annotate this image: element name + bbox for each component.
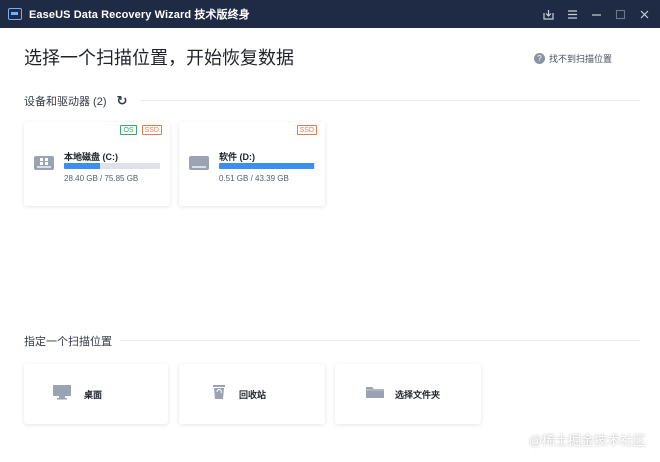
folder-icon (366, 387, 384, 398)
drive-usage-bar (64, 163, 160, 169)
location-label: 回收站 (239, 390, 267, 400)
app-title: EaseUS Data Recovery Wizard 技术版终身 (29, 9, 250, 21)
menu-icon[interactable] (562, 4, 582, 24)
title-bar: EaseUS Data Recovery Wizard 技术版终身 (0, 0, 660, 28)
location-label: 选择文件夹 (395, 390, 441, 400)
close-icon[interactable] (634, 4, 654, 24)
drive-card-c[interactable]: OS SSD 本地磁盘 (C:) 28.40 GB / 75.85 GB (24, 122, 170, 206)
drive-size: 28.40 GB / 75.85 GB (64, 174, 139, 183)
drive-usage-fill (219, 163, 315, 169)
devices-section-title: 设备和驱动器 (2) ↻ (24, 93, 127, 109)
page-title: 选择一个扫描位置，开始恢复数据 (24, 48, 294, 68)
help-link-label: 找不到扫描位置 (548, 54, 612, 64)
locations-section-label: 指定一个扫描位置 (24, 336, 112, 348)
location-label: 桌面 (84, 390, 103, 400)
os-badge: OS (120, 125, 137, 135)
drive-size: 0.51 GB / 43.39 GB (219, 174, 289, 183)
devices-section-label: 设备和驱动器 (2) (24, 96, 107, 108)
section-divider (120, 340, 640, 341)
app-logo-icon (8, 8, 22, 20)
window-controls (538, 0, 654, 28)
question-icon: ? (533, 53, 545, 64)
drive-usage-fill (64, 163, 100, 169)
maximize-icon[interactable] (610, 4, 630, 24)
drive-usage-bar (219, 163, 315, 169)
section-divider (140, 100, 640, 101)
ssd-badge: SSD (296, 125, 317, 135)
drive-badges: OS SSD (120, 125, 162, 135)
drive-name: 本地磁盘 (C:) (64, 152, 118, 162)
drive-card-d[interactable]: SSD 软件 (D:) 0.51 GB / 43.39 GB (179, 122, 325, 206)
location-select-folder[interactable]: 选择文件夹 (335, 364, 481, 424)
windows-drive-icon (34, 156, 54, 170)
drive-badges: SSD (296, 125, 317, 135)
refresh-icon[interactable]: ↻ (117, 93, 128, 109)
drive-name: 软件 (D:) (219, 152, 255, 162)
cannot-find-location-link[interactable]: ? 找不到扫描位置 (533, 52, 612, 65)
minimize-icon[interactable] (586, 4, 606, 24)
location-desktop[interactable]: 桌面 (24, 364, 168, 424)
desktop-icon (53, 385, 71, 400)
location-recycle-bin[interactable]: 回收站 (179, 364, 325, 424)
locations-section-title: 指定一个扫描位置 (24, 333, 112, 349)
drive-icon (189, 156, 209, 170)
export-icon[interactable] (538, 4, 558, 24)
watermark: @稀土掘金技术社区 (528, 433, 646, 448)
ssd-badge: SSD (141, 125, 162, 135)
recycle-bin-icon (213, 385, 225, 399)
